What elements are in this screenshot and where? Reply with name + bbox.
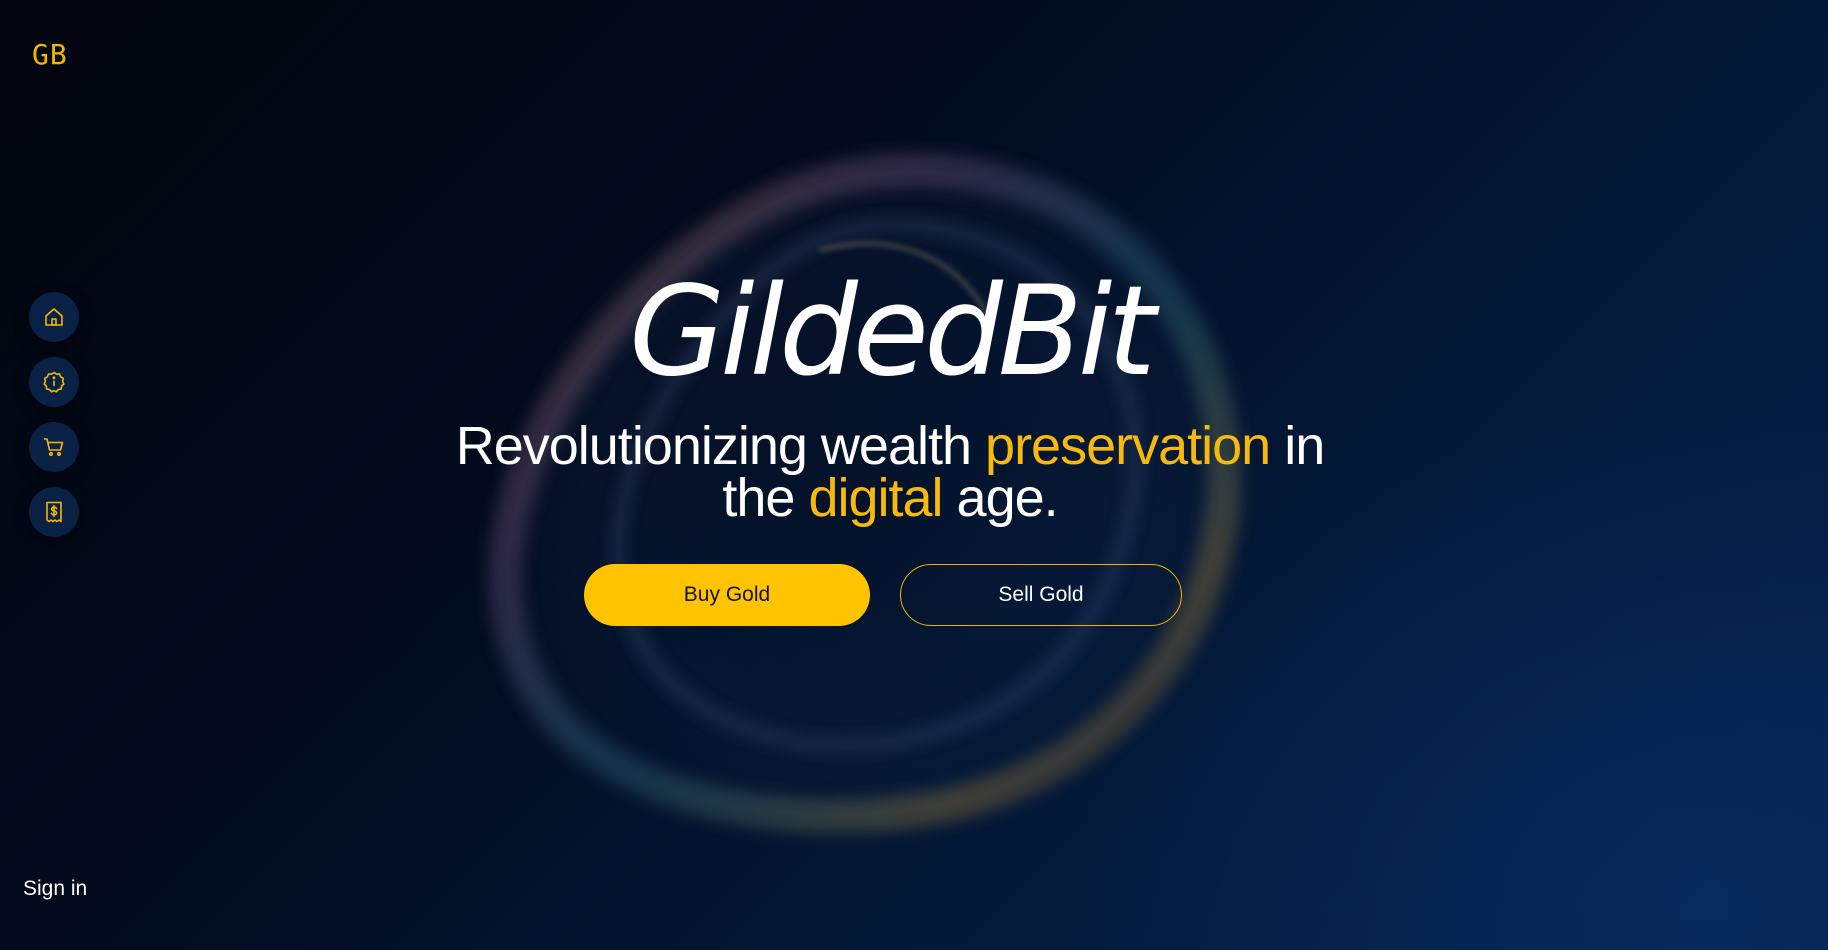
tagline-text: Revolutionizing wealth — [455, 416, 986, 476]
hero-title: GildedBit — [629, 260, 1156, 404]
buy-gold-button[interactable]: Buy Gold — [584, 564, 870, 626]
sell-gold-button[interactable]: Sell Gold — [900, 564, 1182, 626]
hero-section: GildedBit Revolutionizing wealth preserv… — [0, 0, 1828, 950]
hero-tagline: Revolutionizing wealth preservation in t… — [440, 419, 1340, 525]
tagline-text: age. — [942, 468, 1059, 528]
tagline-accent-preservation: preservation — [985, 416, 1271, 476]
tagline-accent-digital: digital — [808, 468, 943, 528]
sign-in-link[interactable]: Sign in — [23, 877, 87, 901]
